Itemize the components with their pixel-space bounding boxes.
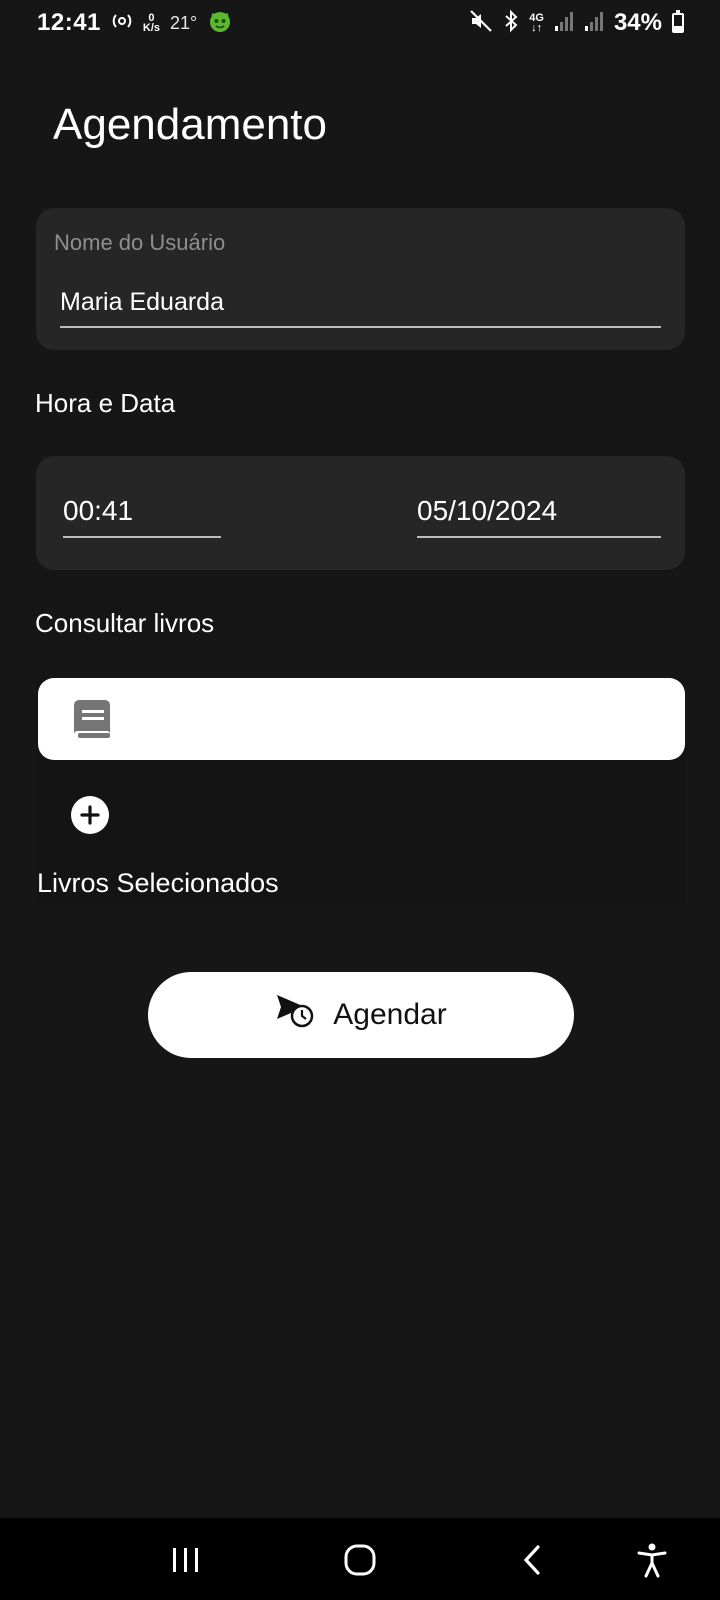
back-button[interactable]	[510, 1538, 554, 1582]
network-type-icon: 4G ↓↑	[529, 12, 544, 34]
books-area: Livros Selecionados	[36, 678, 685, 904]
accessibility-icon	[637, 1543, 667, 1578]
plus-icon	[80, 805, 100, 825]
book-search-input[interactable]	[38, 678, 685, 760]
battery-percent: 34%	[613, 9, 662, 36]
app-notification-icon	[207, 8, 233, 39]
recent-apps-button[interactable]	[164, 1538, 208, 1582]
battery-fill	[674, 25, 682, 31]
user-name-card: Nome do Usuário Maria Eduarda	[36, 208, 685, 350]
send-schedule-icon	[275, 993, 315, 1037]
status-bar-right: 4G ↓↑ 34%	[469, 9, 684, 38]
selected-books-label: Livros Selecionados	[37, 868, 279, 898]
user-name-label: Nome do Usuário	[54, 230, 226, 255]
schedule-button[interactable]: Agendar	[148, 972, 574, 1058]
status-bar: 12:41 0 K/s 21° 4G ↓↑ 34%	[0, 0, 720, 46]
net-speed-unit: K/s	[142, 22, 161, 34]
signal-icon-1	[554, 10, 574, 37]
book-icon	[72, 698, 112, 742]
schedule-button-label: Agendar	[333, 998, 447, 1031]
battery-icon	[672, 10, 684, 33]
datetime-section-label: Hora e Data	[35, 388, 176, 418]
temperature: 21°	[170, 12, 198, 33]
network-type-label: 4G	[529, 12, 544, 24]
books-section-label: Consultar livros	[35, 608, 215, 638]
recent-apps-icon	[173, 1548, 198, 1572]
hotspot-icon	[111, 12, 133, 35]
time-input[interactable]: 00:41	[63, 486, 221, 538]
bluetooth-icon	[503, 9, 519, 38]
mute-icon	[469, 9, 493, 38]
net-speed: 0 K/s	[142, 13, 161, 34]
date-input[interactable]: 05/10/2024	[417, 486, 661, 538]
accessibility-button[interactable]	[630, 1538, 674, 1582]
user-name-input[interactable]: Maria Eduarda	[60, 278, 661, 328]
status-time: 12:41	[37, 9, 101, 36]
system-nav-bar	[0, 1518, 720, 1600]
signal-icon-2	[584, 10, 604, 37]
page-title: Agendamento	[53, 100, 327, 149]
add-book-button[interactable]	[71, 796, 109, 834]
status-bar-left: 12:41 0 K/s 21°	[37, 8, 233, 39]
back-icon	[523, 1545, 540, 1575]
home-button[interactable]	[338, 1538, 382, 1582]
home-icon	[344, 1544, 376, 1576]
datetime-card: 00:41 05/10/2024	[36, 456, 685, 570]
